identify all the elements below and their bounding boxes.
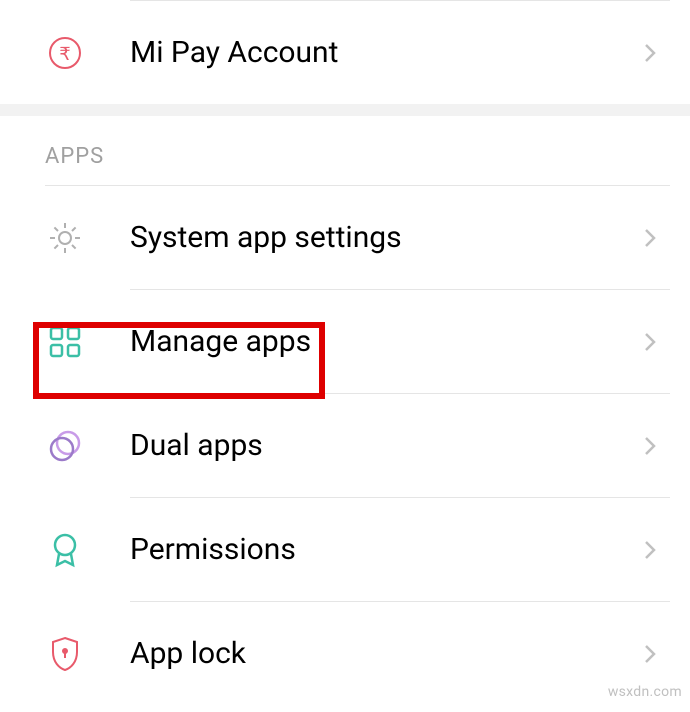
manage-apps-item[interactable]: Manage apps bbox=[0, 290, 690, 393]
chevron-right-icon bbox=[640, 535, 660, 565]
dual-circles-icon bbox=[45, 426, 85, 466]
shield-lock-icon bbox=[45, 634, 85, 674]
system-app-settings-item[interactable]: System app settings bbox=[0, 186, 690, 289]
app-lock-item[interactable]: App lock bbox=[0, 602, 690, 705]
chevron-right-icon bbox=[640, 327, 660, 357]
gear-icon bbox=[45, 218, 85, 258]
dual-apps-item[interactable]: Dual apps bbox=[0, 394, 690, 497]
mi-pay-account-item[interactable]: ₹ Mi Pay Account bbox=[0, 1, 690, 104]
permissions-label: Permissions bbox=[130, 532, 640, 567]
dual-apps-label: Dual apps bbox=[130, 428, 640, 463]
rupee-icon: ₹ bbox=[45, 33, 85, 73]
chevron-right-icon bbox=[640, 639, 660, 669]
app-lock-label: App lock bbox=[130, 636, 640, 671]
apps-grid-icon bbox=[45, 322, 85, 362]
badge-icon bbox=[45, 530, 85, 570]
chevron-right-icon bbox=[640, 223, 660, 253]
watermark: wsxdn.com bbox=[608, 684, 682, 700]
apps-section-header: APPS bbox=[0, 116, 690, 185]
mi-pay-label: Mi Pay Account bbox=[130, 35, 640, 70]
system-app-label: System app settings bbox=[130, 220, 640, 255]
svg-text:₹: ₹ bbox=[59, 44, 70, 64]
chevron-right-icon bbox=[640, 431, 660, 461]
permissions-item[interactable]: Permissions bbox=[0, 498, 690, 601]
chevron-right-icon bbox=[640, 38, 660, 68]
manage-apps-label: Manage apps bbox=[130, 324, 640, 359]
section-gap bbox=[0, 104, 690, 116]
settings-container: ₹ Mi Pay Account APPS System app setting… bbox=[0, 0, 690, 705]
